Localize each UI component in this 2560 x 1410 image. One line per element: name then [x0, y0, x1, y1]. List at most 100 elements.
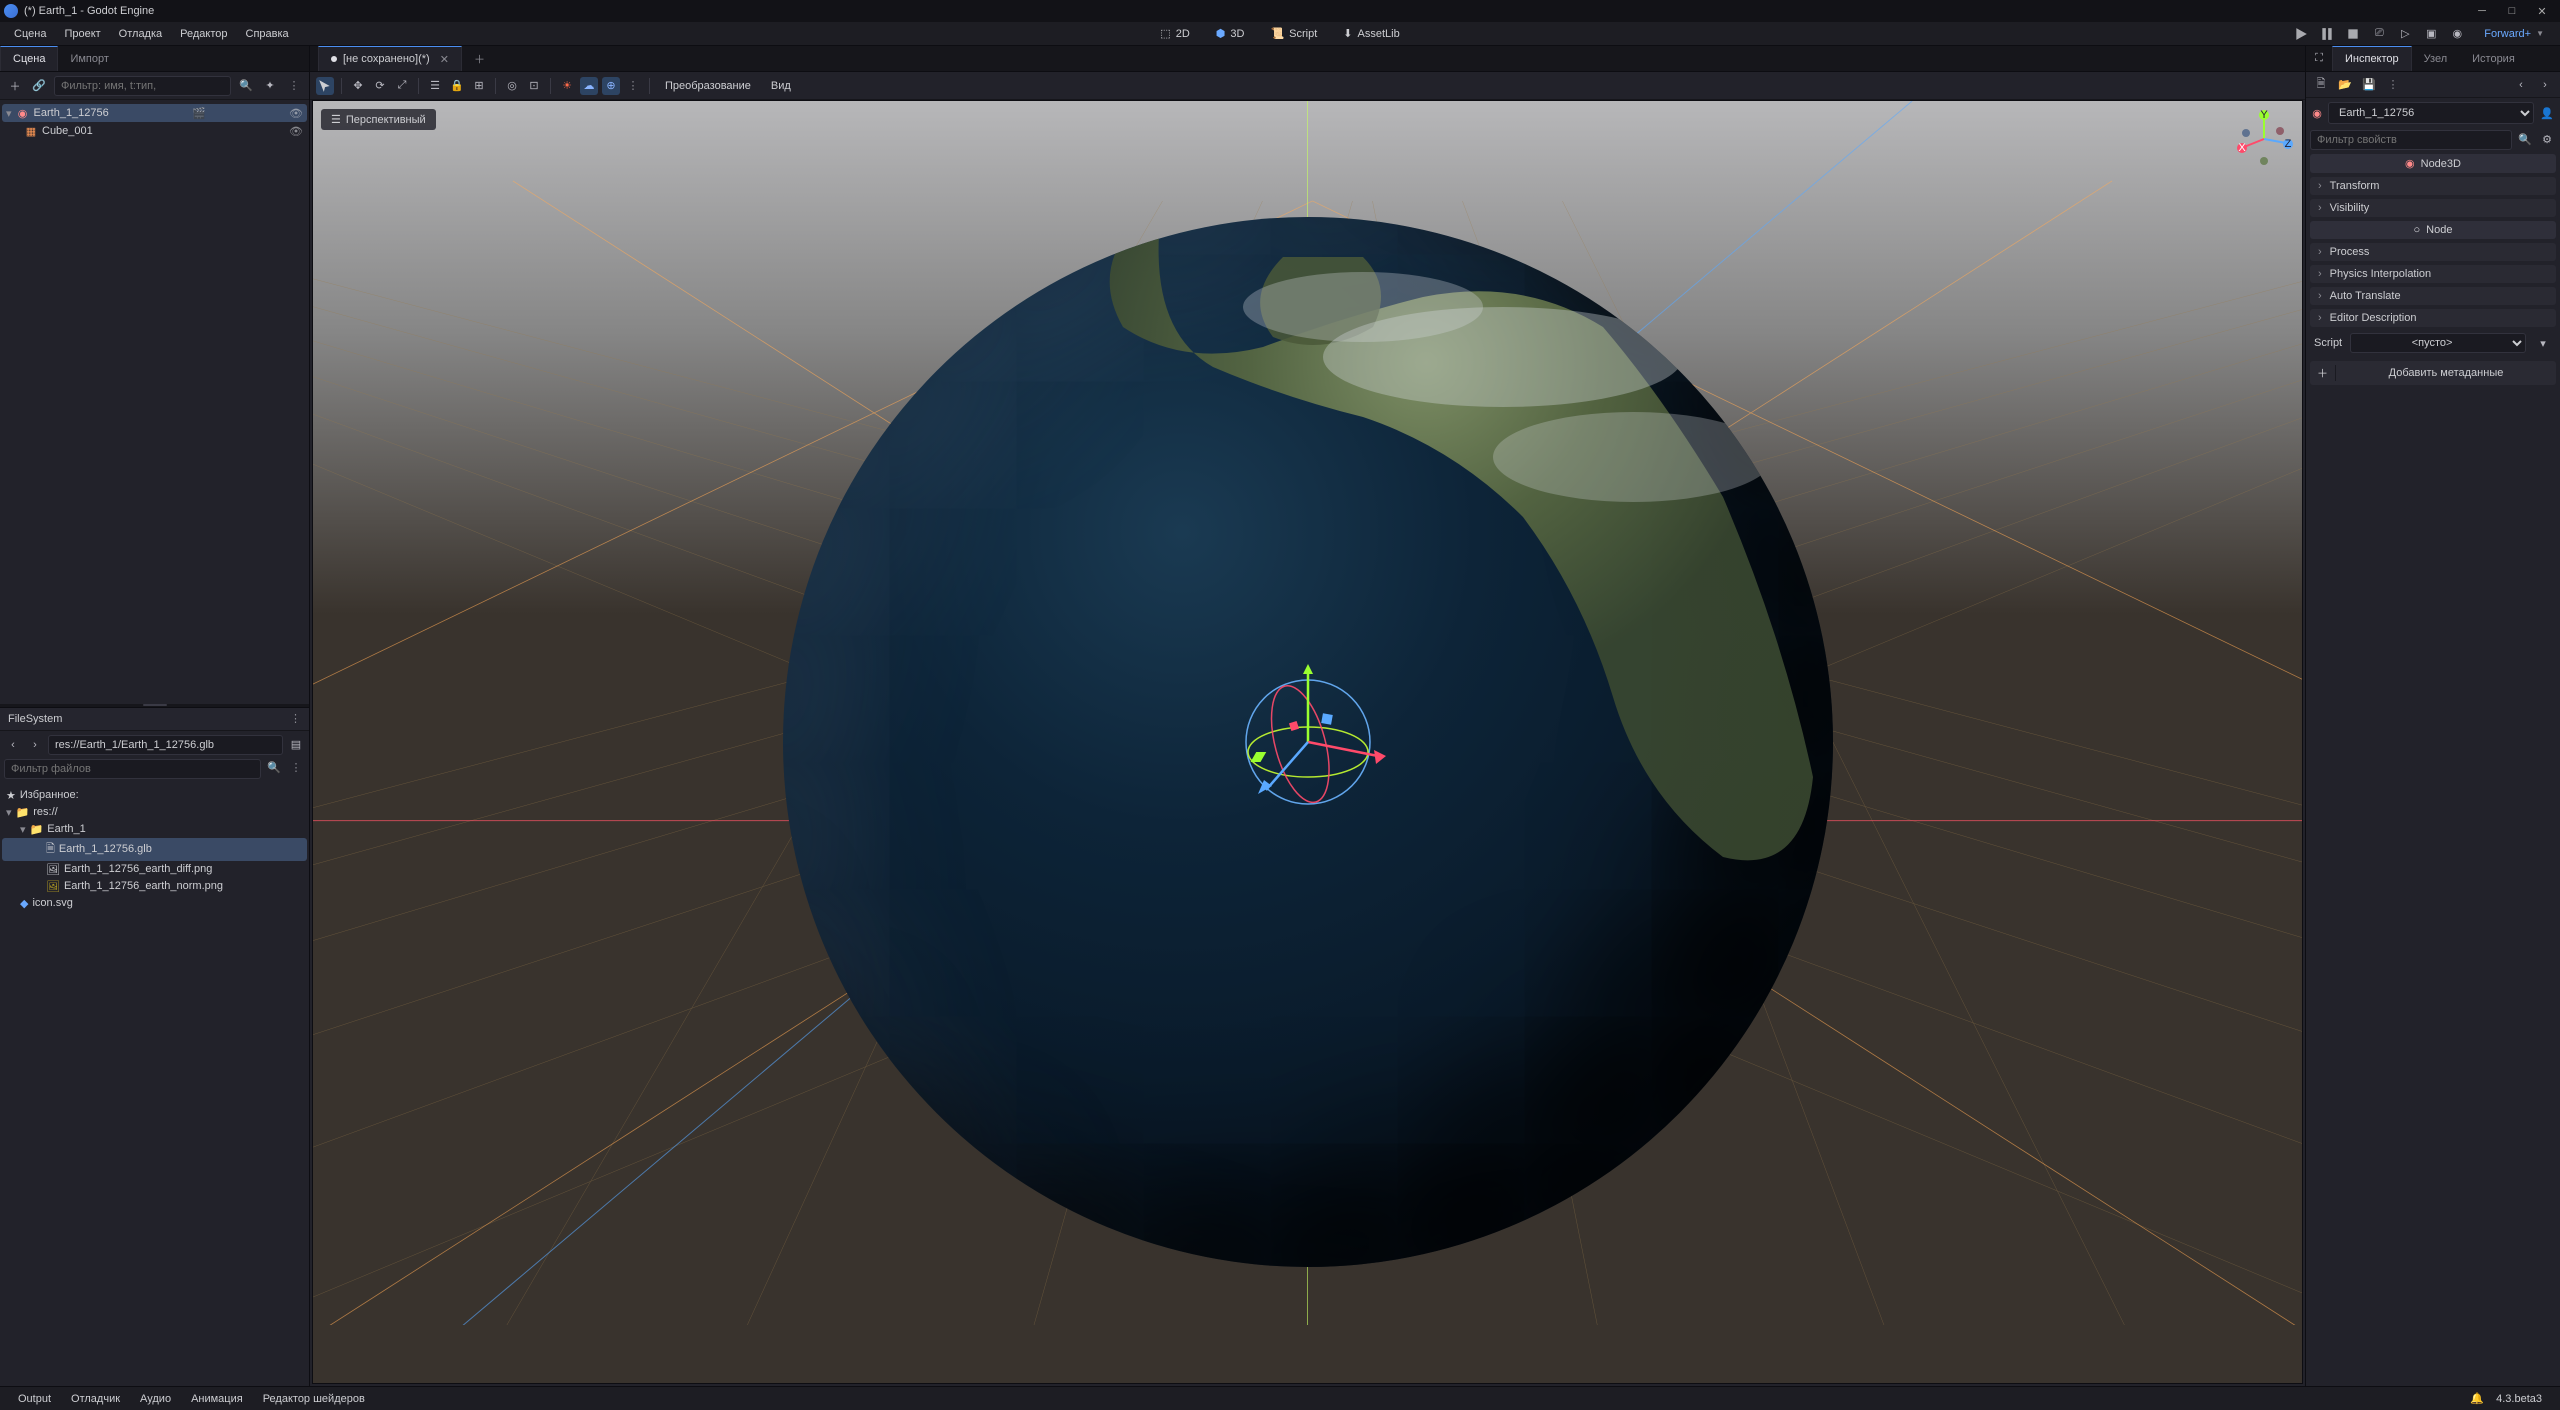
tree-row-root[interactable]: ▾ ◉ Earth_1_12756 🎬 👁 — [2, 104, 307, 122]
tab-import-dock[interactable]: Импорт — [58, 46, 121, 71]
script-dropdown-icon[interactable]: ▾ — [2534, 334, 2552, 352]
viewport-more-button[interactable]: ⋮ — [624, 77, 642, 95]
tab-scene-dock[interactable]: Сцена — [0, 46, 58, 71]
scale-tool[interactable]: ⤢ — [393, 77, 411, 95]
filesystem-filter[interactable] — [4, 759, 261, 779]
select-tool[interactable] — [316, 77, 334, 95]
play-button[interactable] — [2292, 25, 2310, 43]
close-button[interactable]: ✕ — [2528, 2, 2556, 20]
history-fwd-button[interactable]: › — [2536, 76, 2554, 94]
add-node-button[interactable]: ＋ — [6, 77, 24, 95]
path-field[interactable] — [48, 735, 283, 755]
maximize-button[interactable]: □ — [2498, 2, 2526, 20]
filesystem-tree[interactable]: ★Избранное: ▾📁res:// ▾📁Earth_1 🗎Earth_1_… — [0, 783, 309, 1387]
tab-node[interactable]: Узел — [2412, 46, 2460, 71]
perspective-badge[interactable]: ☰ Перспективный — [321, 109, 436, 130]
sun-preview-button[interactable]: ☀ — [558, 77, 576, 95]
prop-visibility[interactable]: ›Visibility — [2310, 199, 2556, 217]
fs-root-row[interactable]: ▾📁res:// — [2, 804, 307, 821]
visibility-icon[interactable]: 👁 — [289, 125, 303, 138]
inspector-more-button[interactable]: ⋮ — [2384, 76, 2402, 94]
filesystem-options-icon[interactable]: ⋮ — [290, 712, 301, 725]
mode-3d-button[interactable]: ⬢3D — [1206, 23, 1255, 44]
make-unique-button[interactable]: 👤 — [2538, 104, 2556, 122]
class-node3d-header[interactable]: ◉Node3D — [2310, 154, 2556, 173]
tree-options-button[interactable]: ✦ — [261, 77, 279, 95]
save-resource-button[interactable]: 💾 — [2360, 76, 2378, 94]
menu-scene[interactable]: Сцена — [6, 24, 54, 44]
prop-editor-desc[interactable]: ›Editor Description — [2310, 309, 2556, 327]
tab-inspector[interactable]: Инспектор — [2332, 46, 2412, 71]
menu-help[interactable]: Справка — [238, 24, 297, 44]
prop-process[interactable]: ›Process — [2310, 243, 2556, 261]
filesystem-more-button[interactable]: ⋮ — [287, 759, 305, 777]
notification-icon[interactable]: 🔔 — [2470, 1392, 2484, 1405]
snap-button[interactable]: ⊡ — [525, 77, 543, 95]
version-label[interactable]: 4.3.beta3 — [2488, 1390, 2550, 1408]
bottom-debugger[interactable]: Отладчик — [63, 1390, 128, 1408]
tree-more-button[interactable]: ⋮ — [285, 77, 303, 95]
fs-file-row[interactable]: ◆icon.svg — [2, 895, 307, 912]
search-icon[interactable]: 🔍 — [237, 77, 255, 95]
remote-button[interactable]: ⎚ — [2370, 25, 2388, 43]
bottom-audio[interactable]: Аудио — [132, 1390, 179, 1408]
move-tool[interactable]: ✥ — [349, 77, 367, 95]
prop-physics[interactable]: ›Physics Interpolation — [2310, 265, 2556, 283]
lock-button[interactable]: 🔒 — [448, 77, 466, 95]
scene-tree-filter[interactable] — [54, 76, 231, 96]
load-resource-button[interactable]: 📂 — [2336, 76, 2354, 94]
add-scene-tab[interactable]: ＋ — [462, 46, 498, 71]
scene-tree[interactable]: ▾ ◉ Earth_1_12756 🎬 👁 ▦ Cube_001 👁 — [0, 100, 309, 704]
path-box-icon[interactable]: ▤ — [287, 736, 305, 754]
stop-button[interactable] — [2344, 25, 2362, 43]
snap-list-button[interactable]: ☰ — [426, 77, 444, 95]
play-custom-button[interactable]: ▣ — [2422, 25, 2440, 43]
back-button[interactable]: ‹ — [4, 736, 22, 754]
search-icon[interactable]: 🔍 — [265, 759, 283, 777]
fs-file-row[interactable]: 🖼Earth_1_12756_earth_diff.png — [2, 861, 307, 878]
pause-button[interactable] — [2318, 25, 2336, 43]
fs-folder-row[interactable]: ▾📁Earth_1 — [2, 821, 307, 838]
rotate-tool[interactable]: ⟳ — [371, 77, 389, 95]
close-tab-icon[interactable]: ✕ — [440, 53, 449, 66]
mode-script-button[interactable]: 📜Script — [1260, 23, 1327, 44]
transform-menu[interactable]: Преобразование — [657, 76, 759, 96]
fs-file-row[interactable]: 🖼Earth_1_12756_earth_norm.png — [2, 878, 307, 895]
minimize-button[interactable]: ─ — [2468, 2, 2496, 20]
mode-assetlib-button[interactable]: ⬇AssetLib — [1333, 23, 1409, 44]
movie-button[interactable]: ◉ — [2448, 25, 2466, 43]
scene-tab-unsaved[interactable]: [не сохранено](*) ✕ — [318, 46, 462, 71]
favorites-row[interactable]: ★Избранное: — [2, 787, 307, 804]
view-menu[interactable]: Вид — [763, 76, 799, 96]
bottom-output[interactable]: Output — [10, 1390, 59, 1408]
visibility-icon[interactable]: 👁 — [289, 107, 303, 120]
menu-project[interactable]: Проект — [56, 24, 108, 44]
menu-editor[interactable]: Редактор — [172, 24, 235, 44]
3d-viewport[interactable]: ☰ Перспективный Y Z X — [312, 100, 2303, 1384]
bottom-animation[interactable]: Анимация — [183, 1390, 251, 1408]
renderer-select[interactable]: Forward+▼ — [2474, 24, 2554, 44]
menu-debug[interactable]: Отладка — [111, 24, 170, 44]
axis-gizmo[interactable]: Y Z X — [2234, 109, 2294, 169]
scene-instance-icon[interactable]: 🎬 — [192, 107, 206, 120]
filter-settings-button[interactable]: ⚙ — [2538, 130, 2556, 148]
script-select[interactable]: <пусто> — [2350, 333, 2526, 353]
inspector-node-select[interactable]: Earth_1_12756 — [2328, 102, 2534, 124]
search-icon[interactable]: 🔍 — [2516, 130, 2534, 148]
tree-row-child[interactable]: ▦ Cube_001 👁 — [2, 122, 307, 140]
new-resource-button[interactable]: 🗎 — [2312, 76, 2330, 94]
tab-history[interactable]: История — [2460, 46, 2528, 71]
mode-2d-button[interactable]: ⬚2D — [1150, 23, 1199, 44]
prop-transform[interactable]: ›Transform — [2310, 177, 2556, 195]
group-button[interactable]: ⊞ — [470, 77, 488, 95]
env-preview-button[interactable]: ☁ — [580, 77, 598, 95]
forward-button[interactable]: › — [26, 736, 44, 754]
play-scene-button[interactable]: ▷ — [2396, 25, 2414, 43]
fs-file-row[interactable]: 🗎Earth_1_12756.glb — [2, 838, 307, 861]
class-node-header[interactable]: ○Node — [2310, 221, 2556, 239]
transform-space-button[interactable]: ◎ — [503, 77, 521, 95]
expand-button[interactable]: ⛶ — [2310, 50, 2328, 68]
link-button[interactable]: 🔗 — [30, 77, 48, 95]
prop-auto-translate[interactable]: ›Auto Translate — [2310, 287, 2556, 305]
bottom-shader[interactable]: Редактор шейдеров — [255, 1390, 373, 1408]
